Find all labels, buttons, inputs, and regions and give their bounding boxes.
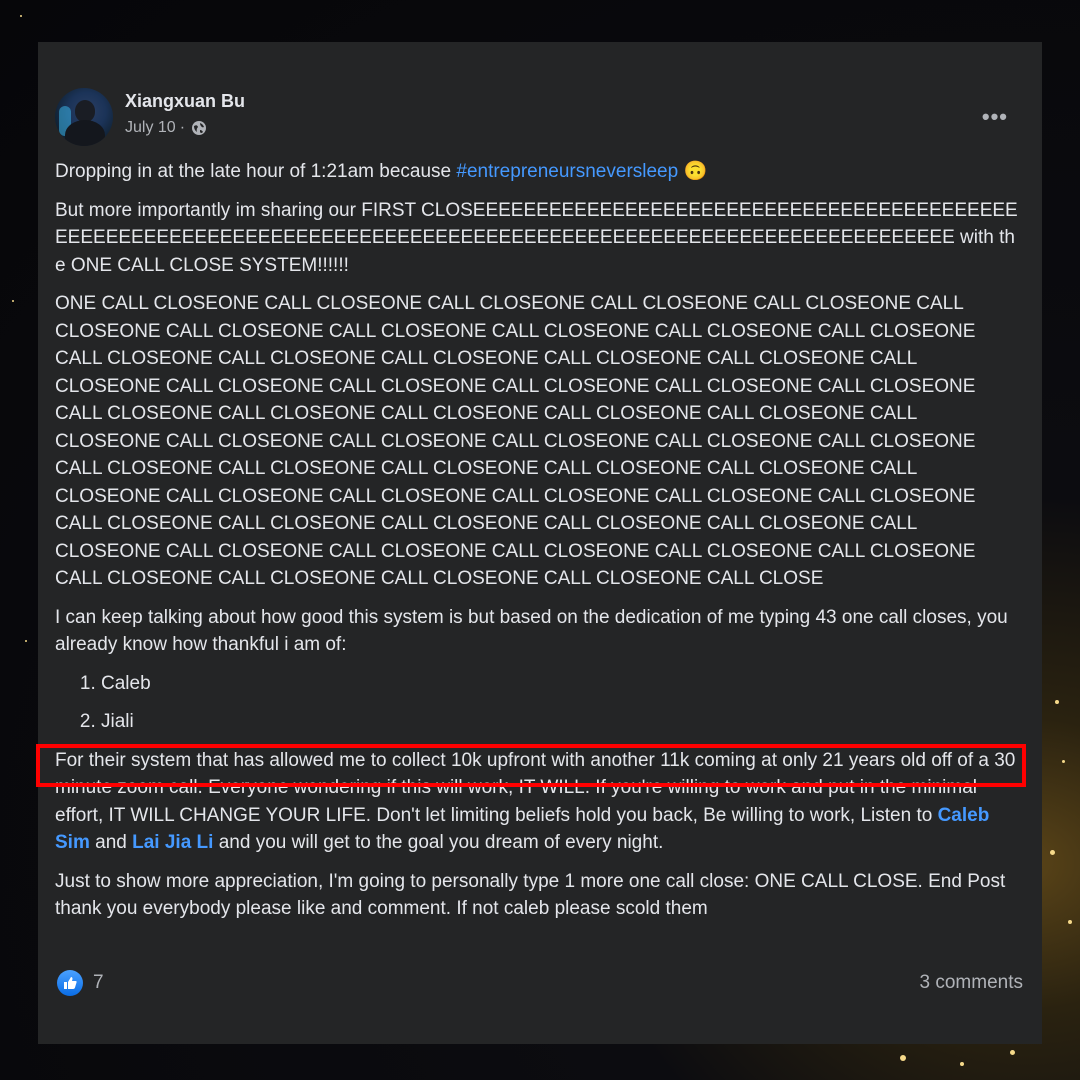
background-sparkle bbox=[12, 300, 14, 302]
background-sparkle bbox=[960, 1062, 964, 1066]
reaction-count: 7 bbox=[93, 972, 104, 993]
paragraph-5-text: and bbox=[89, 832, 133, 853]
background-sparkle bbox=[20, 15, 22, 17]
background-sparkle bbox=[1055, 700, 1059, 704]
paragraph-2: But more importantly im sharing our FIRS… bbox=[55, 199, 1018, 276]
paragraph-1-text: Dropping in at the late hour of 1:21am b… bbox=[55, 161, 457, 182]
meta-separator: · bbox=[179, 119, 186, 136]
paragraph-5-text: For their system that has allowed me to … bbox=[55, 749, 1016, 826]
more-horizontal-icon[interactable]: ••• bbox=[982, 104, 1008, 130]
author-name[interactable]: Xiangxuan Bu bbox=[125, 91, 245, 112]
paragraph-5-text: and you will get to the goal you dream o… bbox=[213, 832, 664, 853]
mention-link-jiali[interactable]: Lai Jia Li bbox=[132, 832, 213, 853]
comments-count-link[interactable]: 3 comments bbox=[920, 972, 1023, 994]
background-sparkle bbox=[1068, 920, 1072, 924]
like-icon bbox=[57, 970, 83, 996]
paragraph-1: Dropping in at the late hour of 1:21am b… bbox=[55, 158, 1020, 186]
upside-down-face-emoji: 🙃 bbox=[683, 161, 708, 182]
post-body: Dropping in at the late hour of 1:21am b… bbox=[55, 158, 1020, 934]
avatar-head bbox=[75, 100, 95, 122]
reactions-summary[interactable]: 7 bbox=[57, 970, 104, 996]
globe-icon bbox=[192, 121, 207, 135]
hashtag-link[interactable]: #entrepreneursneversleep bbox=[456, 161, 678, 182]
post-date[interactable]: July 10 bbox=[125, 119, 176, 137]
background-sparkle bbox=[25, 640, 27, 642]
background-sparkle bbox=[1062, 760, 1065, 763]
paragraph-4: I can keep talking about how good this s… bbox=[55, 606, 1008, 656]
paragraph-3: ONE CALL CLOSEONE CALL CLOSEONE CALL CLO… bbox=[55, 293, 976, 589]
background-sparkle bbox=[1010, 1050, 1015, 1055]
paragraph-5: For their system that has allowed me to … bbox=[55, 747, 1020, 857]
background-sparkle bbox=[900, 1055, 906, 1061]
avatar-body bbox=[65, 120, 105, 146]
post-card: Xiangxuan Bu July 10 · ••• Dropping in a… bbox=[38, 42, 1042, 1044]
thanks-list: Caleb Jiali bbox=[55, 670, 1020, 736]
post-meta: July 10 · bbox=[125, 119, 207, 137]
avatar[interactable] bbox=[55, 88, 113, 146]
list-item: Caleb bbox=[101, 670, 1020, 698]
list-item: Jiali bbox=[101, 708, 1020, 736]
paragraph-6: Just to show more appreciation, I'm goin… bbox=[55, 870, 1006, 920]
background-sparkle bbox=[1050, 850, 1055, 855]
